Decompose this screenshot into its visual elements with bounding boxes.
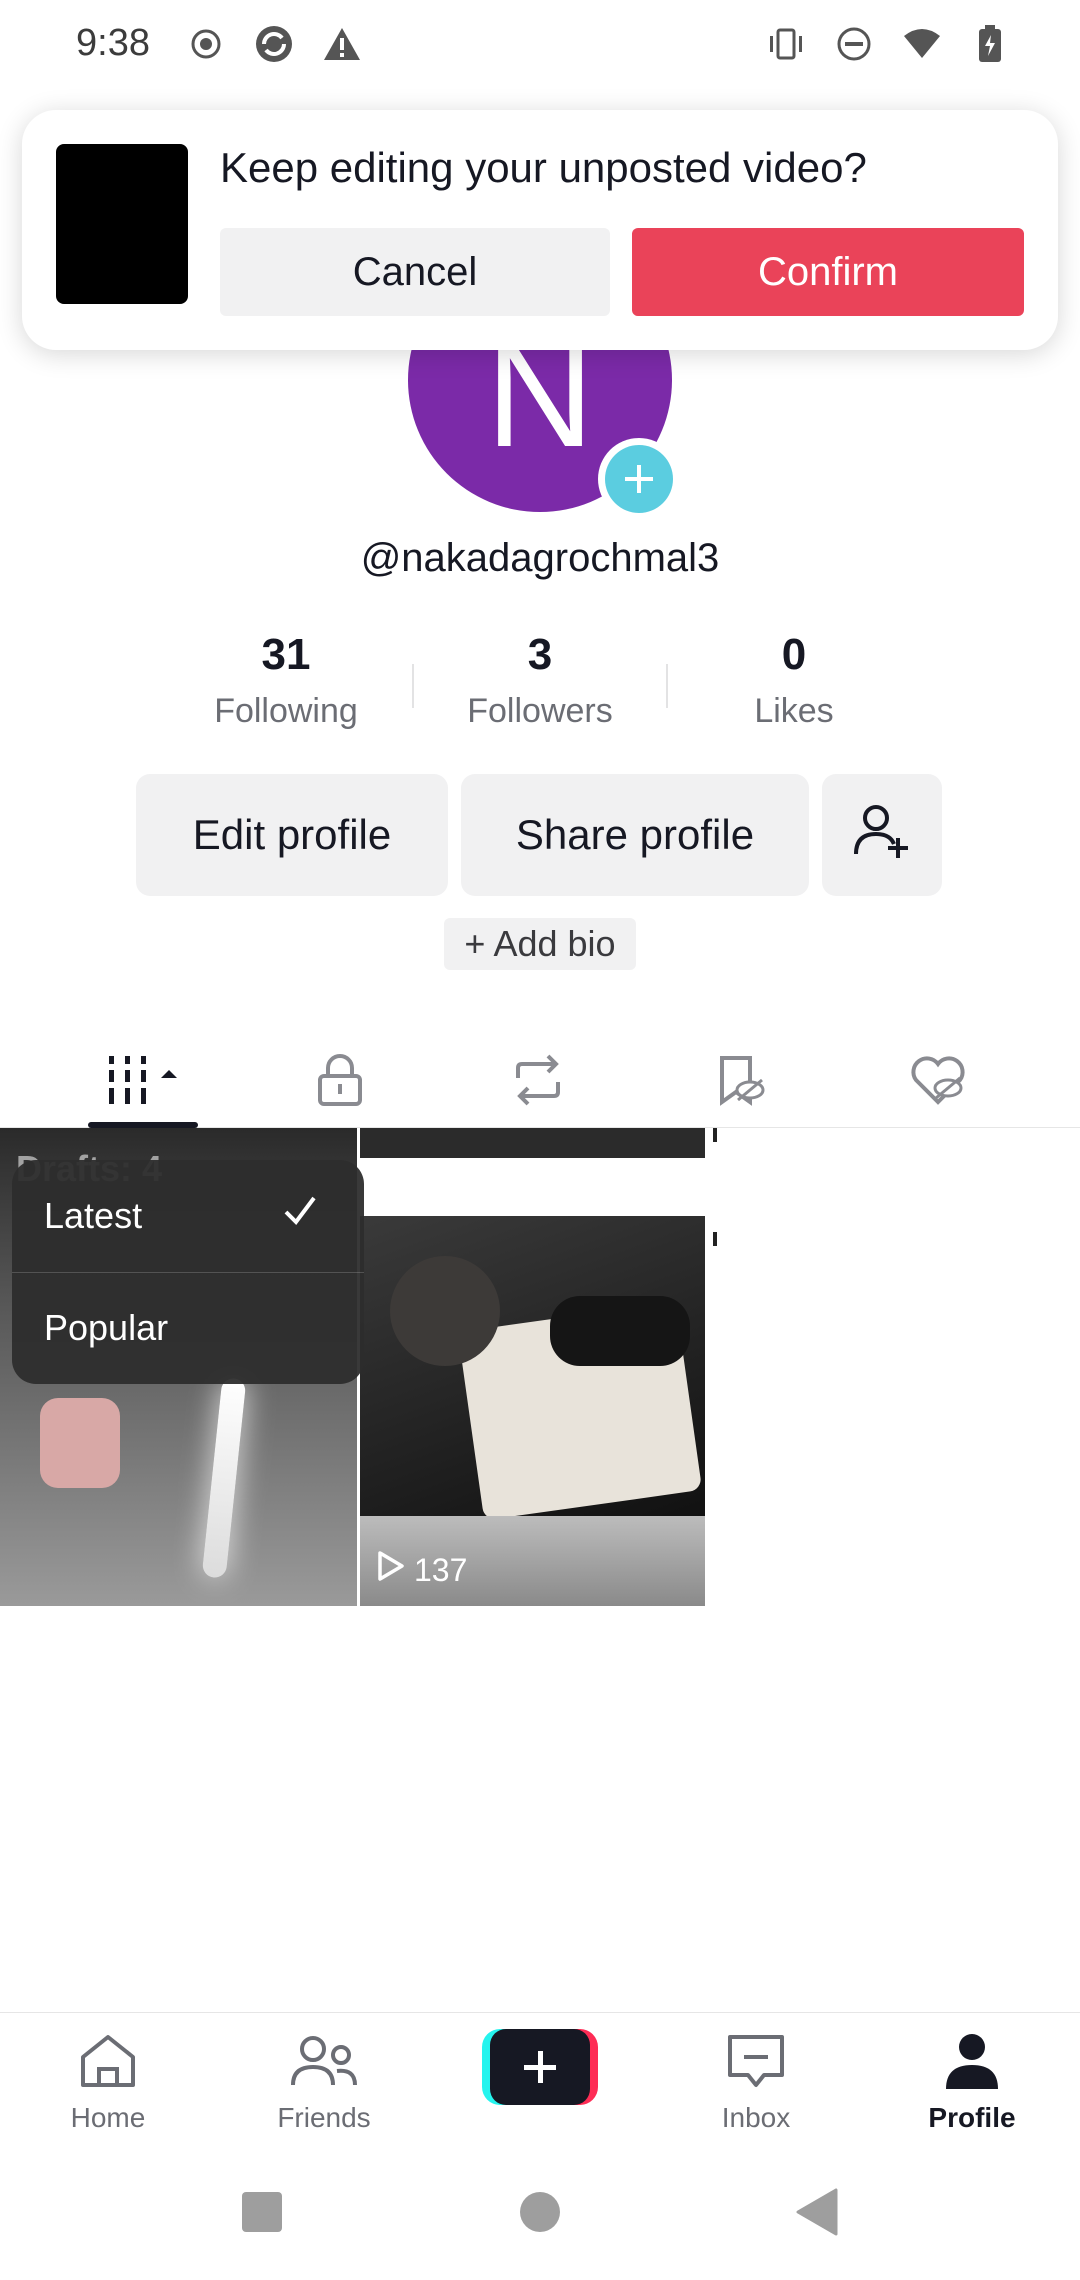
nav-friends[interactable]: Friends [216,2031,432,2134]
nav-profile-label: Profile [928,2102,1016,2133]
video-thumbnail [360,1216,705,1521]
view-count-text: 137 [414,1551,468,1588]
bottom-nav: Home Friends Inbox Profile [0,2012,1080,2148]
do-not-disturb-icon [834,24,874,64]
video-tile-edge [705,1128,719,1606]
vibrate-icon [766,24,806,64]
wifi-icon [902,24,942,64]
nav-home[interactable]: Home [0,2031,216,2134]
following-label: Following [214,692,358,730]
profile-tabs [0,1030,1080,1128]
tab-private[interactable] [300,1042,380,1122]
likes-count: 0 [781,630,807,679]
stat-followers[interactable]: 3 Followers [413,630,667,731]
stat-following[interactable]: 31 Following [159,630,413,731]
battery-icon [970,24,1010,64]
sort-option-label: Popular [44,1307,169,1348]
tab-favorites-hidden[interactable] [700,1042,780,1122]
share-profile-button[interactable]: Share profile [461,774,809,896]
create-button[interactable] [482,2029,598,2105]
repost-icon [508,1052,568,1113]
tab-videos[interactable] [104,1042,184,1122]
sort-option-latest[interactable]: Latest [12,1160,364,1272]
followers-count: 3 [527,630,553,679]
video-top-gap [360,1158,705,1216]
recents-button[interactable] [242,2192,282,2232]
draft-preview-object [40,1398,120,1488]
sort-option-popular[interactable]: Popular [12,1272,364,1384]
draft-thumbnail[interactable] [56,144,188,304]
tab-liked-hidden[interactable] [898,1042,978,1122]
back-button[interactable] [796,2188,838,2241]
heart-hidden-icon [908,1052,968,1113]
draft-preview-light [201,1377,247,1579]
home-button[interactable] [520,2192,560,2232]
inbox-icon [724,2031,788,2096]
status-time: 9:38 [76,22,150,64]
video-top-strip [360,1128,705,1158]
draft-prompt-title: Keep editing your unposted video? [220,144,867,191]
cancel-button[interactable]: Cancel [220,228,610,316]
following-count: 31 [261,630,311,679]
thumbnail-sleeve [550,1296,690,1366]
video-tile[interactable]: 137 [360,1128,705,1606]
add-avatar-button[interactable] [598,438,680,520]
grid-sort-icon [99,1050,189,1115]
username: @nakadagrochmal3 [360,536,720,580]
record-icon [186,24,226,64]
profile-icon [942,2031,1002,2096]
nav-inbox-label: Inbox [721,2102,791,2133]
add-person-icon [850,798,914,872]
thumbnail-head [390,1256,500,1366]
sort-menu: Latest Popular [12,1160,364,1384]
tab-reposts[interactable] [498,1042,578,1122]
lock-icon [315,1052,365,1113]
confirm-button[interactable]: Confirm [632,228,1024,316]
friends-icon [289,2031,359,2096]
status-bar: 9:38 [0,0,1080,88]
warning-icon [322,24,362,64]
nav-home-label: Home [70,2102,146,2133]
followers-label: Followers [467,692,613,730]
home-icon [75,2031,141,2096]
system-nav-bar [0,2148,1080,2280]
likes-label: Likes [754,692,834,730]
edit-profile-button[interactable]: Edit profile [136,774,448,896]
plus-icon [490,2029,590,2105]
profile-stats: 31 Following 3 Followers 0 Likes [0,630,1080,740]
add-friend-button[interactable] [822,774,942,896]
sort-option-label: Latest [44,1195,143,1236]
draft-prompt: Keep editing your unposted video? Cancel… [22,110,1058,350]
nav-inbox[interactable]: Inbox [648,2031,864,2134]
video-view-count: 137 [376,1550,467,1590]
play-icon [376,1550,406,1590]
nav-profile[interactable]: Profile [864,2031,1080,2134]
bookmark-hidden-icon [712,1052,768,1113]
checkmark-icon [280,1190,320,1239]
plus-icon [605,445,673,513]
nav-friends-label: Friends [277,2102,371,2133]
add-bio-button[interactable]: + Add bio [444,918,636,970]
stat-likes[interactable]: 0 Likes [667,630,921,731]
app-sync-icon [254,24,294,64]
